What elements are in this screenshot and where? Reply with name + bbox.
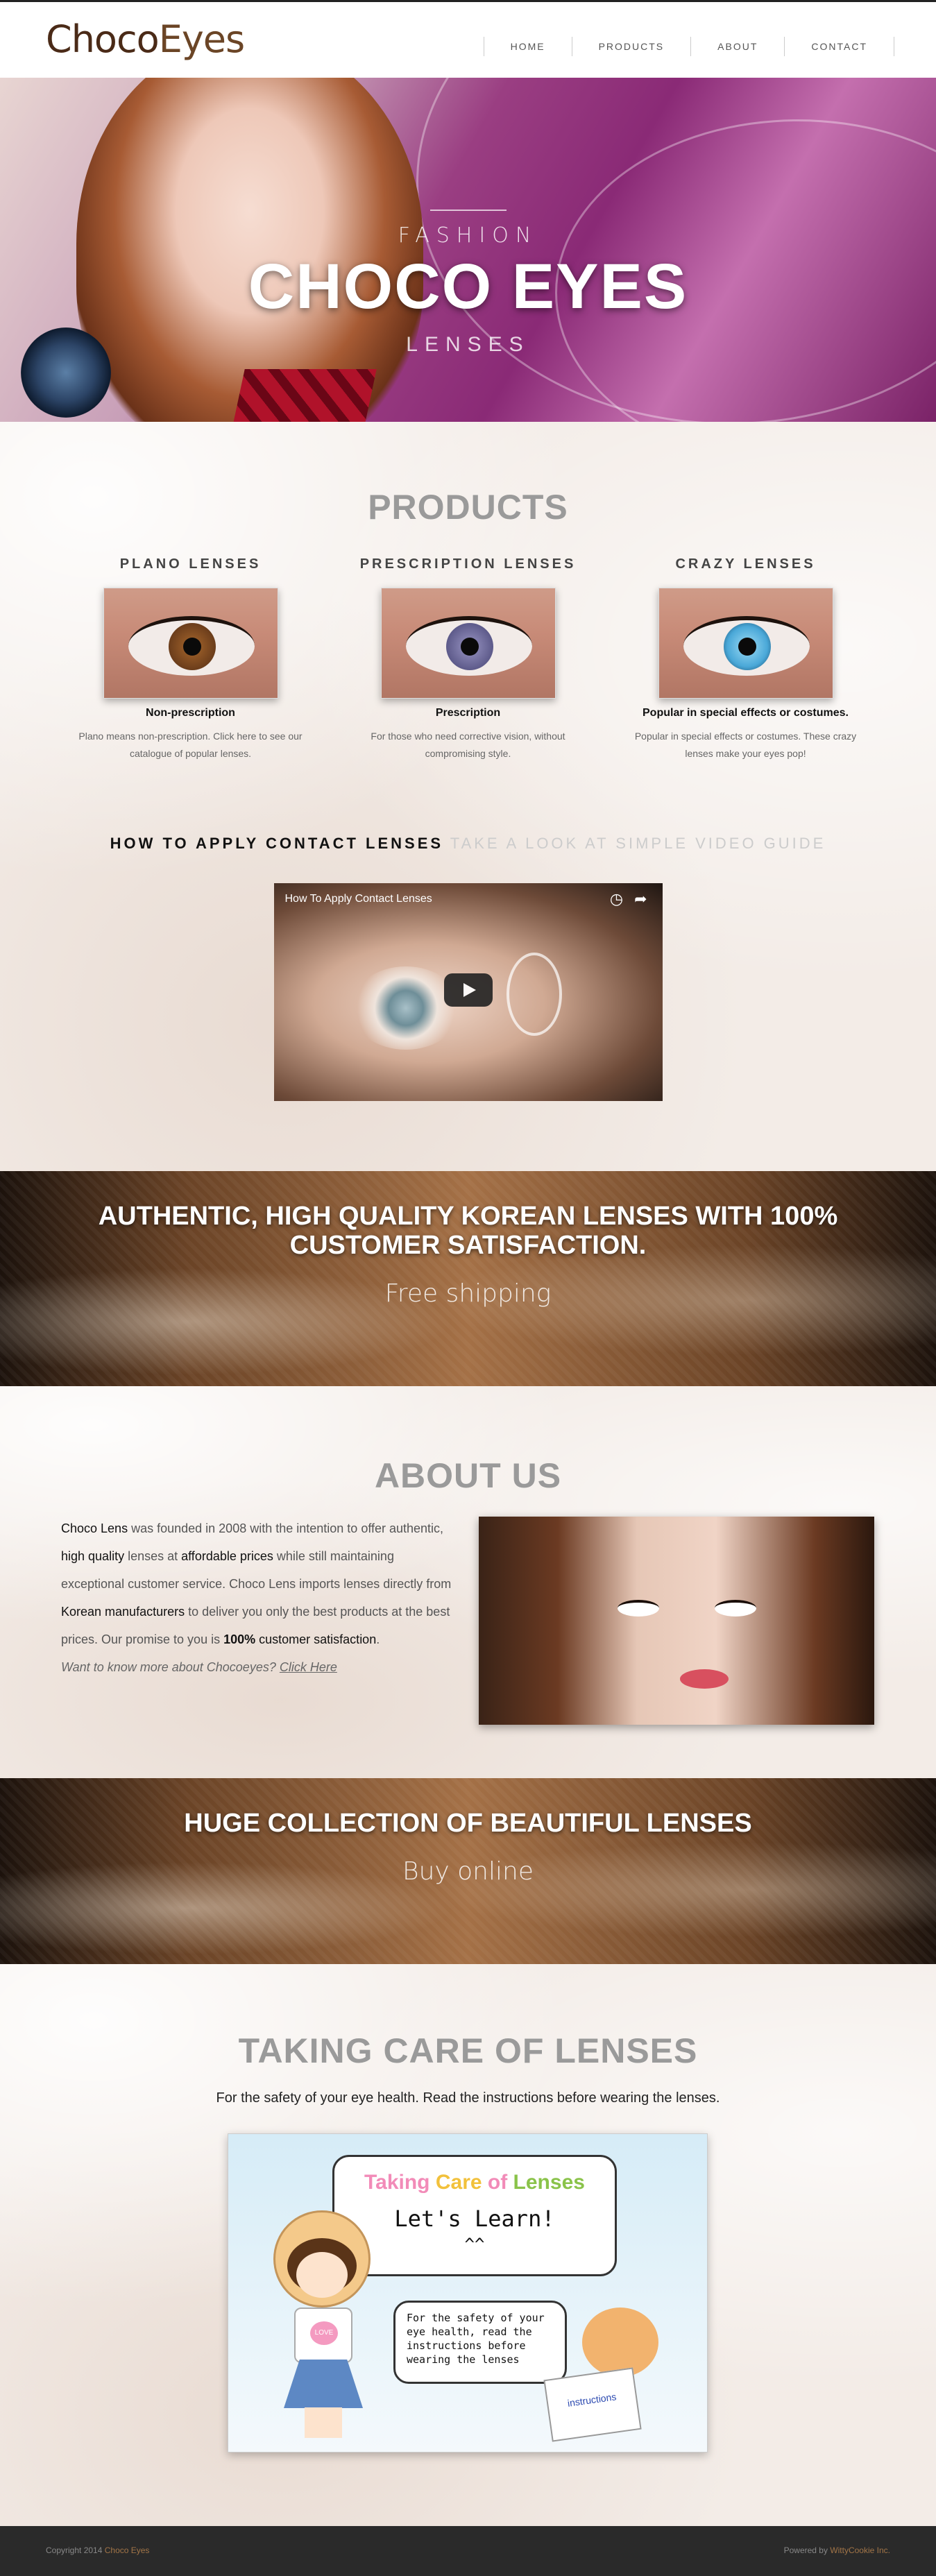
banner-title: AUTHENTIC, HIGH QUALITY KOREAN LENSES WI… [98, 1202, 838, 1260]
banner-subtitle: Free shipping [384, 1279, 552, 1308]
site-logo[interactable]: ChocoEyes [46, 17, 245, 61]
collection-banner: HUGE COLLECTION OF BEAUTIFUL LENSES Buy … [0, 1778, 936, 1964]
video-player[interactable]: How To Apply Contact Lenses ◷ ➦ [273, 883, 663, 1101]
clock-icon[interactable]: ◷ [610, 890, 623, 908]
about-click-here-link[interactable]: Click Here [280, 1660, 337, 1674]
product-subtitle: Popular in special effects or costumes. [643, 707, 849, 719]
logo-part-choco: Choco [46, 17, 160, 61]
nav-about[interactable]: ABOUT [690, 37, 785, 56]
site-header: ChocoEyes HOME PRODUCTS ABOUT CONTACT [0, 0, 936, 78]
product-plano: PLANO LENSES Non-prescription Plano mean… [52, 556, 330, 762]
hero-title: CHOCO EYES [248, 251, 688, 322]
banner-subtitle: Buy online [402, 1857, 534, 1886]
about-model-image [479, 1517, 874, 1725]
hero-text: FASHION CHOCO EYES LENSES [0, 210, 936, 357]
play-button[interactable] [443, 973, 493, 1007]
about-text-span: Choco Lens [61, 1521, 128, 1535]
nav-home[interactable]: HOME [483, 37, 572, 56]
product-name[interactable]: CRAZY LENSES [607, 556, 885, 572]
hero-dress-decoration [227, 369, 377, 422]
howto-heading: HOW TO APPLY CONTACT LENSES TAKE A LOOK … [0, 835, 936, 853]
video-thumbnail-lens [506, 953, 562, 1036]
product-image-prescription[interactable] [380, 588, 556, 699]
cat-illustration [582, 2308, 658, 2377]
care-safety-bubble: For the safety of your eye health, read … [393, 2301, 567, 2384]
care-illustration: Taking Care of Lenses Let's Learn! ^^ Fo… [228, 2133, 708, 2453]
hero-divider [429, 210, 507, 211]
howto-subtitle: TAKE A LOOK AT SIMPLE VIDEO GUIDE [450, 835, 826, 852]
video-title[interactable]: How To Apply Contact Lenses [285, 893, 432, 905]
about-link-line: Want to know more about Chocoeyes? Click… [61, 1653, 457, 1681]
instructions-card: instructions [543, 2367, 642, 2442]
product-list: PLANO LENSES Non-prescription Plano mean… [0, 556, 936, 762]
product-prescription: PRESCRIPTION LENSES Prescription For tho… [330, 556, 607, 762]
girl-illustration: LOVE [263, 2210, 381, 2446]
nav-products[interactable]: PRODUCTS [571, 37, 692, 56]
about-text-span: high quality [61, 1549, 125, 1563]
copyright-name[interactable]: Choco Eyes [105, 2545, 150, 2555]
nav-contact[interactable]: CONTACT [784, 37, 894, 56]
product-subtitle: Prescription [435, 707, 501, 719]
about-text: Choco Lens was founded in 2008 with the … [61, 1515, 457, 1681]
hero-subtitle: LENSES [406, 332, 530, 356]
footer-powered-by: Powered by WittyCookie Inc. [784, 2545, 890, 2555]
product-description: Plano means non-prescription. Click here… [78, 731, 303, 759]
about-title: ABOUT US [374, 1456, 562, 1495]
about-text-span: Korean manufacturers [61, 1605, 185, 1619]
about-text-span: 100% [223, 1632, 256, 1646]
products-section: PRODUCTS PLANO LENSES Non-prescription P… [0, 422, 936, 1171]
main-nav: HOME PRODUCTS ABOUT CONTACT [483, 37, 894, 56]
about-text-span: was founded in 2008 with the intention t… [128, 1521, 444, 1535]
product-image-plano[interactable] [103, 588, 278, 699]
authentic-banner: AUTHENTIC, HIGH QUALITY KOREAN LENSES WI… [0, 1171, 936, 1386]
heading-word: Taking [364, 2171, 436, 2194]
hero-kicker: FASHION [398, 223, 538, 248]
product-crazy: CRAZY LENSES Popular in special effects … [607, 556, 885, 762]
products-title: PRODUCTS [368, 488, 568, 527]
heart-icon: LOVE [310, 2321, 338, 2345]
heading-word: Lenses [513, 2171, 585, 2194]
care-intro: For the safety of your eye health. Read … [216, 2090, 720, 2106]
product-description: For those who need corrective vision, wi… [371, 731, 565, 759]
care-section: TAKING CARE OF LENSES For the safety of … [0, 1964, 936, 2526]
heading-word: Care [435, 2171, 488, 2194]
product-description: Popular in special effects or costumes. … [634, 731, 857, 759]
powered-text: Powered by [783, 2545, 831, 2555]
howto-title: HOW TO APPLY CONTACT LENSES [110, 835, 444, 852]
product-name[interactable]: PLANO LENSES [52, 556, 330, 572]
hero-banner: FASHION CHOCO EYES LENSES [0, 78, 936, 422]
powered-by-link[interactable]: WittyCookie Inc. [830, 2545, 890, 2555]
heading-word: of [487, 2171, 513, 2194]
product-name[interactable]: PRESCRIPTION LENSES [330, 556, 607, 572]
about-text-span: lenses at [124, 1549, 182, 1563]
about-section: ABOUT US Choco Lens was founded in 2008 … [0, 1386, 936, 1778]
care-title: TAKING CARE OF LENSES [238, 2031, 698, 2070]
product-subtitle: Non-prescription [146, 707, 235, 719]
about-text-span: customer satisfaction [255, 1632, 377, 1646]
banner-title: HUGE COLLECTION OF BEAUTIFUL LENSES [184, 1809, 752, 1838]
about-text-span: . [376, 1632, 380, 1646]
product-image-crazy[interactable] [658, 588, 833, 699]
video-controls: ◷ ➦ [610, 890, 647, 908]
site-footer: Copyright 2014 Choco Eyes Powered by Wit… [0, 2526, 936, 2576]
copyright-text: Copyright 2014 [46, 2545, 105, 2555]
footer-copyright: Copyright 2014 Choco Eyes [46, 2545, 149, 2555]
logo-part-eyes: Eyes [158, 17, 245, 61]
care-illustration-heading: Taking Care of Lenses [334, 2171, 615, 2194]
share-icon[interactable]: ➦ [634, 890, 647, 908]
about-text-span: affordable prices [181, 1549, 273, 1563]
about-link-prefix: Want to know more about Chocoeyes? [61, 1660, 280, 1674]
